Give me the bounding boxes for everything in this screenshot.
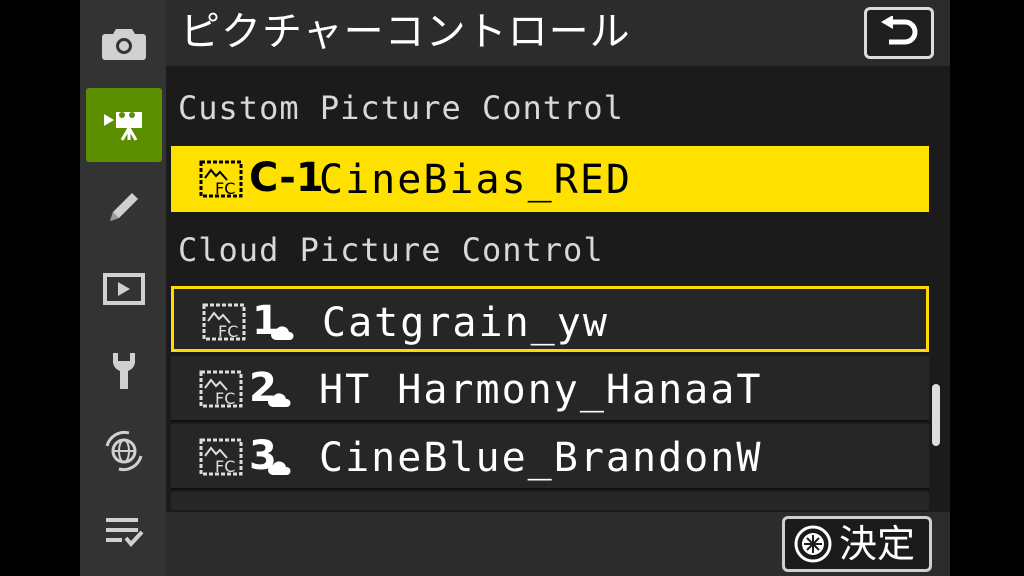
- camera-icon: [102, 29, 146, 60]
- menu-header: ピクチャーコントロール: [166, 0, 950, 66]
- playback-icon: [103, 273, 145, 305]
- multi-selector-icon: [794, 525, 832, 563]
- cloud-icon: [268, 393, 291, 407]
- svg-text:FC: FC: [218, 322, 238, 341]
- preset-name: CineBias_RED: [319, 157, 632, 203]
- network-icon: [105, 430, 143, 472]
- sidebar-item-playback[interactable]: [86, 252, 162, 326]
- picture-control-icon: FC: [199, 438, 243, 476]
- sidebar-item-photo-shooting[interactable]: [86, 6, 162, 80]
- my-menu-icon: [106, 518, 144, 548]
- preset-name: CineBlue_BrandonW: [319, 435, 763, 481]
- pencil-icon: [110, 193, 138, 221]
- sidebar-item-network[interactable]: [86, 414, 162, 488]
- preset-name: HT Harmony_HanaaT: [319, 367, 763, 413]
- list-item-cloud-2[interactable]: FC 2 HT Harmony_HanaaT: [171, 356, 929, 422]
- movie-camera-icon: [104, 112, 142, 141]
- menu-footer: 決定: [166, 512, 950, 576]
- sidebar-item-movie-shooting[interactable]: [86, 88, 162, 162]
- page-title: ピクチャーコントロール: [180, 9, 631, 55]
- list-item-cloud-3[interactable]: FC 3 CineBlue_BrandonW: [171, 424, 929, 490]
- scrollbar-thumb[interactable]: [932, 384, 940, 446]
- svg-text:FC: FC: [215, 179, 235, 198]
- picture-control-list: Custom Picture Control FC C-1 CineBias_R…: [166, 70, 936, 510]
- ok-label: 決定: [839, 522, 916, 566]
- list-item-cloud-1[interactable]: FC 1 Catgrain_yw: [171, 286, 929, 352]
- cloud-icon: [268, 461, 291, 475]
- picture-control-icon: FC: [199, 160, 243, 198]
- section-label-custom: Custom Picture Control: [178, 89, 624, 127]
- sidebar-item-my-menu[interactable]: [86, 494, 162, 568]
- slot-label: C-1: [249, 155, 324, 201]
- sidebar-item-custom-settings[interactable]: [86, 170, 162, 244]
- return-icon: [881, 16, 918, 45]
- svg-text:FC: FC: [215, 389, 235, 408]
- list-item-partial[interactable]: [171, 492, 929, 510]
- sidebar-item-setup[interactable]: [86, 334, 162, 408]
- svg-text:FC: FC: [215, 457, 235, 476]
- preset-name: Catgrain_yw: [322, 300, 609, 346]
- picture-control-icon: FC: [202, 303, 246, 341]
- menu-sidebar: [80, 0, 166, 576]
- wrench-icon: [113, 353, 135, 389]
- section-label-cloud: Cloud Picture Control: [178, 231, 604, 269]
- picture-control-icon: FC: [199, 370, 243, 408]
- ok-button[interactable]: 決定: [782, 516, 932, 572]
- list-item-custom-c1[interactable]: FC C-1 CineBias_RED: [171, 146, 929, 212]
- cloud-icon: [271, 326, 294, 340]
- back-button[interactable]: [864, 7, 934, 59]
